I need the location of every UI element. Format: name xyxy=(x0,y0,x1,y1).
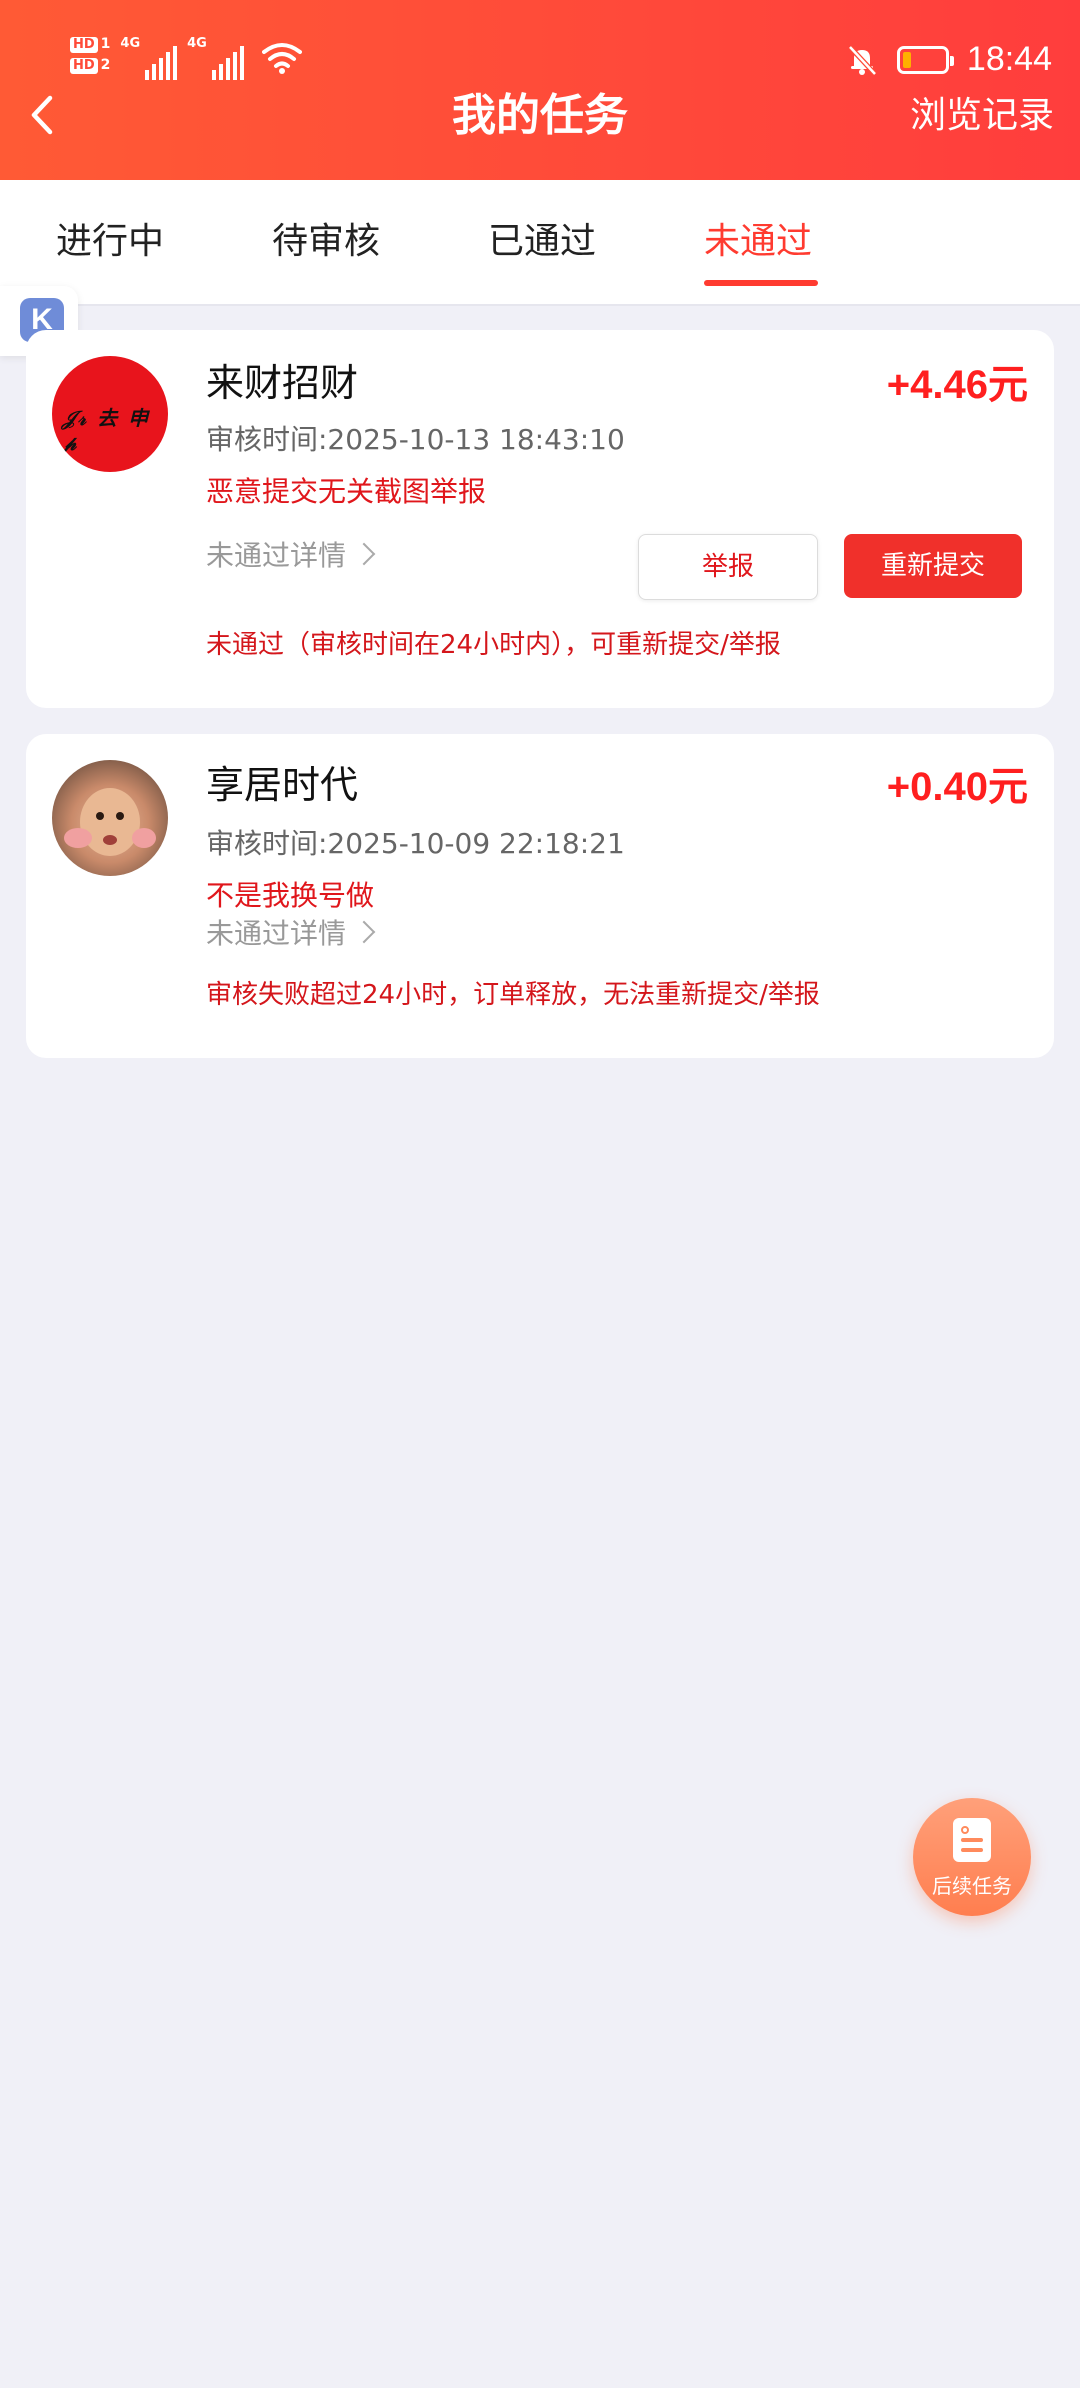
task-name: 来财招财 xyxy=(206,361,359,405)
tab-rejected[interactable]: 未通过 xyxy=(704,218,812,266)
network-type-2: 4G xyxy=(187,36,207,51)
follow-up-tasks-button[interactable]: 后续任务 xyxy=(913,1798,1031,1916)
hd2-badge: HD xyxy=(70,58,98,74)
signal-icon: 4G xyxy=(187,36,244,80)
header-bar: HD 1 HD 2 4G 4G 18:44 我的任务 浏览记录 xyxy=(0,0,1080,180)
reject-detail-label: 未通过详情 xyxy=(206,917,347,950)
task-card[interactable]: 𝒥𝓇 去 申 𝓅 来财招财 +4.46元 审核时间:2025-10-13 18:… xyxy=(26,330,1054,708)
resubmit-button[interactable]: 重新提交 xyxy=(844,534,1022,598)
chevron-right-icon xyxy=(352,542,376,566)
tab-approved[interactable]: 已通过 xyxy=(488,218,596,266)
report-button[interactable]: 举报 xyxy=(638,534,818,600)
browse-history-link[interactable]: 浏览记录 xyxy=(910,92,1054,140)
avatar-calligraphy: 𝒥𝓇 去 申 𝓅 xyxy=(62,406,151,455)
hd2-sub: 2 xyxy=(100,57,111,73)
tab-pending-review[interactable]: 待审核 xyxy=(272,218,380,266)
task-card[interactable]: 享居时代 +0.40元 审核时间:2025-10-09 22:18:21 不是我… xyxy=(26,734,1054,1058)
hd1-sub: 1 xyxy=(100,36,111,52)
signal-icon: 4G xyxy=(120,36,178,80)
reject-detail-link[interactable]: 未通过详情 xyxy=(206,914,376,954)
chevron-right-icon xyxy=(352,920,376,944)
avatar: 𝒥𝓇 去 申 𝓅 xyxy=(52,356,168,472)
tab-bar: 进行中 待审核 已通过 未通过 xyxy=(0,180,1080,306)
task-name: 享居时代 xyxy=(206,763,359,807)
reject-detail-link[interactable]: 未通过详情 xyxy=(206,536,376,576)
review-time: 审核时间:2025-10-09 22:18:21 xyxy=(206,827,625,860)
status-time: 18:44 xyxy=(966,40,1052,78)
baby-photo-icon xyxy=(64,788,156,856)
tab-in-progress[interactable]: 进行中 xyxy=(56,218,164,266)
reject-reason: 恶意提交无关截图举报 xyxy=(206,475,487,508)
active-tab-indicator xyxy=(704,280,818,286)
hd-indicators: HD 1 HD 2 xyxy=(70,36,110,74)
hd1-badge: HD xyxy=(70,37,98,53)
task-amount: +4.46元 xyxy=(886,363,1028,407)
battery-icon xyxy=(896,45,954,74)
status-note: 未通过（审核时间在24小时内），可重新提交/举报 xyxy=(206,630,781,660)
network-type-1: 4G xyxy=(120,36,141,51)
review-time: 审核时间:2025-10-13 18:43:10 xyxy=(206,423,625,456)
reject-detail-label: 未通过详情 xyxy=(206,539,347,572)
document-icon xyxy=(953,1818,991,1862)
avatar xyxy=(52,760,168,876)
bell-off-icon xyxy=(848,44,877,76)
follow-up-tasks-label: 后续任务 xyxy=(932,1874,1012,1898)
task-amount: +0.40元 xyxy=(886,765,1028,809)
reject-reason: 不是我换号做 xyxy=(206,879,375,912)
wifi-icon xyxy=(261,43,302,74)
status-bar-left: HD 1 HD 2 4G 4G xyxy=(70,36,302,86)
status-note: 审核失败超过24小时，订单释放，无法重新提交/举报 xyxy=(206,980,820,1010)
status-bar-right: 18:44 xyxy=(845,40,1052,79)
